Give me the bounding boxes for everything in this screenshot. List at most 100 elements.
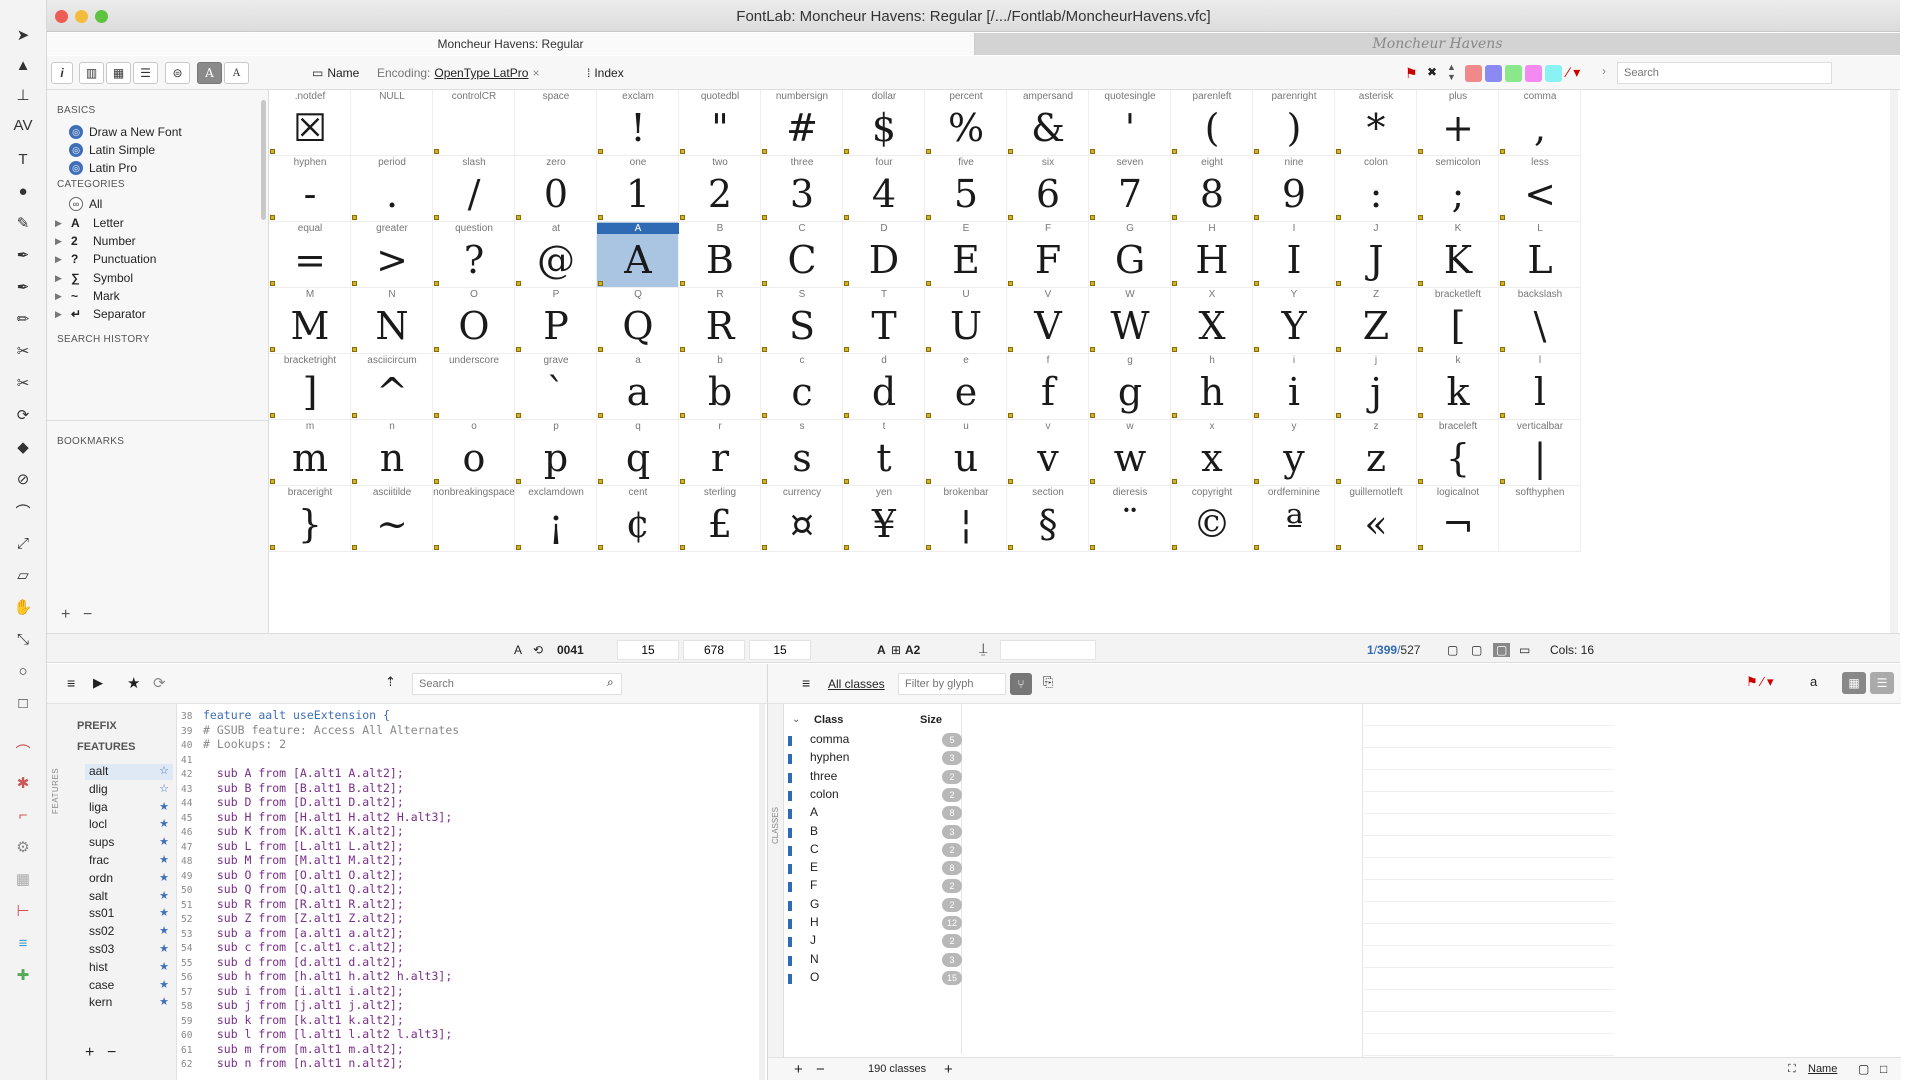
feature-item[interactable]: kern ★ bbox=[85, 995, 173, 1011]
sidebar-item-letter[interactable]: ▶ A Letter bbox=[55, 216, 124, 230]
select-icon[interactable]: ⛶ bbox=[1788, 1063, 1796, 1076]
sidebar-scrollbar[interactable] bbox=[261, 100, 266, 220]
name-sort-button[interactable]: Name bbox=[1808, 1063, 1837, 1075]
glyph-cell[interactable]: dollar $ bbox=[843, 90, 925, 156]
add-glyph-button[interactable]: + bbox=[944, 1061, 953, 1078]
glyph-cell[interactable]: backslash \ bbox=[1499, 288, 1581, 354]
glyph-cell[interactable]: uu bbox=[925, 420, 1007, 486]
glyph-cell[interactable]: zz bbox=[1335, 420, 1417, 486]
feature-item[interactable]: locl ★ bbox=[85, 817, 173, 833]
stamp-icon[interactable]: ⍊ bbox=[979, 640, 987, 657]
class-row[interactable]: three 2 bbox=[788, 769, 970, 787]
grid-icon[interactable]: ▦ bbox=[10, 868, 36, 890]
sidebar-item-mark[interactable]: ▶ ~ Mark bbox=[55, 289, 120, 303]
remove-feature-button[interactable]: − bbox=[107, 1044, 116, 1062]
feature-item[interactable]: ss01 ★ bbox=[85, 906, 173, 922]
glyph-cell[interactable]: ee bbox=[925, 354, 1007, 420]
rotate-icon[interactable]: ⟳ bbox=[10, 404, 36, 426]
glyph-cell[interactable]: kk bbox=[1417, 354, 1499, 420]
glyph-search-input[interactable] bbox=[1617, 62, 1832, 84]
glyph-cell[interactable]: currency ¤ bbox=[761, 486, 843, 552]
pencil-icon[interactable]: ✏ bbox=[10, 308, 36, 330]
glyph-cell[interactable]: zero 0 bbox=[515, 156, 597, 222]
sidebar-item-symbol[interactable]: ▶ ∑ Symbol bbox=[55, 271, 133, 285]
glyph-cell[interactable]: nonbreakingspace bbox=[433, 486, 515, 552]
guide-icon[interactable]: ⊢ bbox=[10, 900, 36, 922]
class-row[interactable]: C2 bbox=[788, 842, 970, 860]
feature-item[interactable]: ordn ★ bbox=[85, 871, 173, 887]
feature-item[interactable]: salt ★ bbox=[85, 889, 173, 905]
menu-icon[interactable]: ≡ bbox=[67, 675, 75, 691]
glyph-cell[interactable]: space bbox=[515, 90, 597, 156]
glyph-cell[interactable]: seven 7 bbox=[1089, 156, 1171, 222]
clear-encoding-icon[interactable]: × bbox=[532, 66, 539, 80]
glyph-cell[interactable]: two 2 bbox=[679, 156, 761, 222]
glyph-cell[interactable]: parenright) bbox=[1253, 90, 1335, 156]
star-icon[interactable]: ★ bbox=[159, 978, 169, 991]
curve-icon[interactable]: ⌒ bbox=[10, 500, 36, 522]
disclosure-icon[interactable]: ▶ bbox=[55, 291, 65, 302]
bucket-icon[interactable]: ◆ bbox=[10, 436, 36, 458]
glyph-cell[interactable]: exclamdown ¡ bbox=[515, 486, 597, 552]
glyph-cell[interactable]: braceleft { bbox=[1417, 420, 1499, 486]
prefix-label[interactable]: PREFIX bbox=[77, 720, 117, 732]
glyph-cell[interactable]: JJ bbox=[1335, 222, 1417, 288]
sort-chevron-icon[interactable]: ⌄ bbox=[792, 714, 800, 725]
play-icon[interactable]: ▶ bbox=[93, 675, 103, 691]
glyph-cell[interactable]: UU bbox=[925, 288, 1007, 354]
pen-icon[interactable]: ✒ bbox=[10, 244, 36, 266]
arrow-pointer-icon[interactable]: ➤ bbox=[10, 24, 36, 46]
glyph-cell[interactable]: ii bbox=[1253, 354, 1335, 420]
advance-width-field[interactable] bbox=[683, 640, 745, 660]
feature-item[interactable]: liga ★ bbox=[85, 800, 173, 816]
star-icon[interactable]: ☆ bbox=[159, 764, 169, 777]
glyph-cell[interactable]: at @ bbox=[515, 222, 597, 288]
rsb-field[interactable] bbox=[749, 640, 811, 660]
glyph-cell[interactable]: one 1 bbox=[597, 156, 679, 222]
slant-icon[interactable]: ▱ bbox=[10, 564, 36, 586]
star-icon[interactable]: ★ bbox=[159, 817, 169, 830]
ellipse-icon[interactable]: ○ bbox=[10, 660, 36, 682]
glyph-cell[interactable]: KK bbox=[1417, 222, 1499, 288]
glyph-cell[interactable]: LL bbox=[1499, 222, 1581, 288]
upload-icon[interactable]: ⇡ bbox=[385, 674, 396, 690]
color-swatch-green[interactable] bbox=[1505, 65, 1522, 82]
disclosure-icon[interactable]: ▶ bbox=[55, 273, 65, 284]
glyph-cell[interactable]: bracketright] bbox=[269, 354, 351, 420]
disclosure-icon[interactable]: ▶ bbox=[55, 254, 65, 265]
clipboard-icon[interactable]: ⎘ bbox=[1043, 674, 1053, 690]
disclosure-icon[interactable]: ▶ bbox=[55, 236, 65, 247]
glyph-cell[interactable]: ss bbox=[761, 420, 843, 486]
glyph-cell[interactable]: WW bbox=[1089, 288, 1171, 354]
glyph-cell[interactable]: CC bbox=[761, 222, 843, 288]
gear-icon[interactable]: ⚙ bbox=[10, 836, 36, 858]
list-view-icon[interactable]: ☰ bbox=[133, 62, 158, 84]
glyph-cell[interactable]: brokenbar ¦ bbox=[925, 486, 1007, 552]
glyph-cell[interactable]: hyphen - bbox=[269, 156, 351, 222]
star-icon[interactable]: ★ bbox=[159, 800, 169, 813]
glyph-cell[interactable]: ZZ bbox=[1335, 288, 1417, 354]
class-flag-icon[interactable]: ⚑ ⁄ ▾ bbox=[1746, 674, 1774, 690]
glyph-cell[interactable]: oo bbox=[433, 420, 515, 486]
color-swatch-pink[interactable] bbox=[1525, 65, 1542, 82]
glyph-cell[interactable]: SS bbox=[761, 288, 843, 354]
rectangle-icon[interactable]: □ bbox=[10, 692, 36, 714]
glyph-cell[interactable]: YY bbox=[1253, 288, 1335, 354]
glyph-cell[interactable]: percent% bbox=[925, 90, 1007, 156]
glyph-cell[interactable]: greater > bbox=[351, 222, 433, 288]
cell-size-large-icon[interactable]: □ bbox=[1880, 1062, 1887, 1076]
glyph-cell[interactable]: MM bbox=[269, 288, 351, 354]
glyph-cell[interactable]: braceright} bbox=[269, 486, 351, 552]
star-icon[interactable]: ★ bbox=[159, 889, 169, 902]
glyph-cell[interactable]: slash / bbox=[433, 156, 515, 222]
glyph-cell[interactable]: grave ` bbox=[515, 354, 597, 420]
filter-icon[interactable]: ⊜ bbox=[165, 62, 190, 84]
glyph-cell[interactable]: EE bbox=[925, 222, 1007, 288]
filter-by-glyph-input[interactable] bbox=[898, 673, 1006, 695]
transform-icon[interactable]: ✚ bbox=[10, 964, 36, 986]
glyph-cell[interactable]: qq bbox=[597, 420, 679, 486]
glyph-cell[interactable]: aa bbox=[597, 354, 679, 420]
sidebar-item-latin-pro[interactable]: ◎ Latin Pro bbox=[69, 161, 137, 175]
ruler-icon[interactable]: ⊘ bbox=[10, 468, 36, 490]
star-icon[interactable]: ★ bbox=[159, 942, 169, 955]
